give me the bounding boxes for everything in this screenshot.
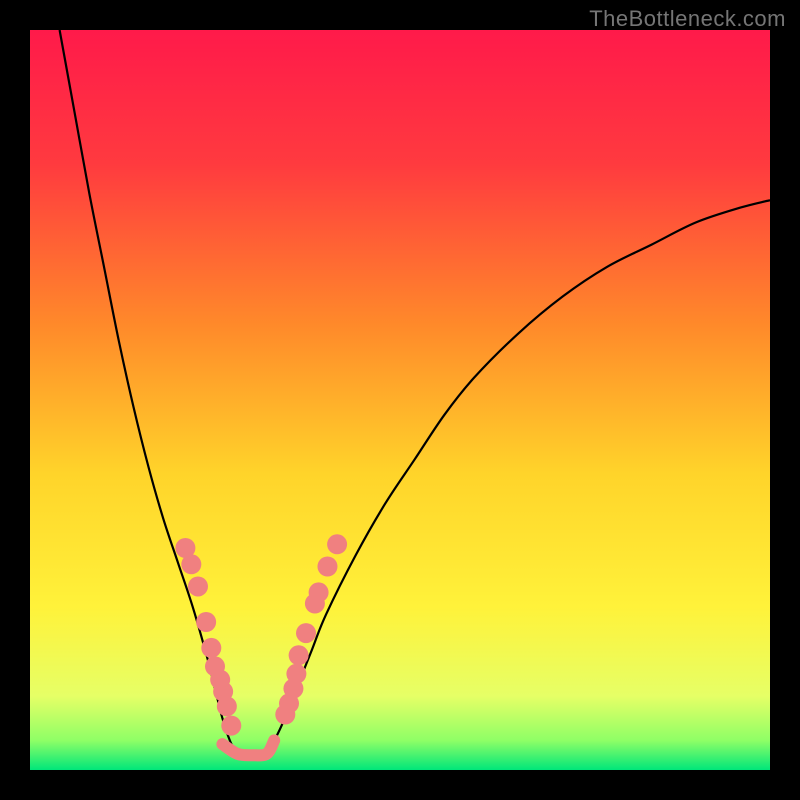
marker-right_wall-3 <box>286 664 306 684</box>
chart-svg <box>30 30 770 770</box>
marker-left_wall-3 <box>196 612 216 632</box>
marker-left_wall-9 <box>221 716 241 736</box>
marker-left_wall-1 <box>181 554 201 574</box>
marker-right_wall-9 <box>327 534 347 554</box>
gradient-background <box>30 30 770 770</box>
marker-left_wall-4 <box>201 638 221 658</box>
chart-frame: TheBottleneck.com <box>0 0 800 800</box>
marker-left_wall-8 <box>217 696 237 716</box>
marker-right_wall-5 <box>296 623 316 643</box>
marker-left_wall-2 <box>188 576 208 596</box>
plot-area <box>30 30 770 770</box>
marker-right_wall-4 <box>289 645 309 665</box>
marker-right_wall-8 <box>317 557 337 577</box>
watermark-text: TheBottleneck.com <box>589 6 786 32</box>
marker-right_wall-7 <box>309 582 329 602</box>
